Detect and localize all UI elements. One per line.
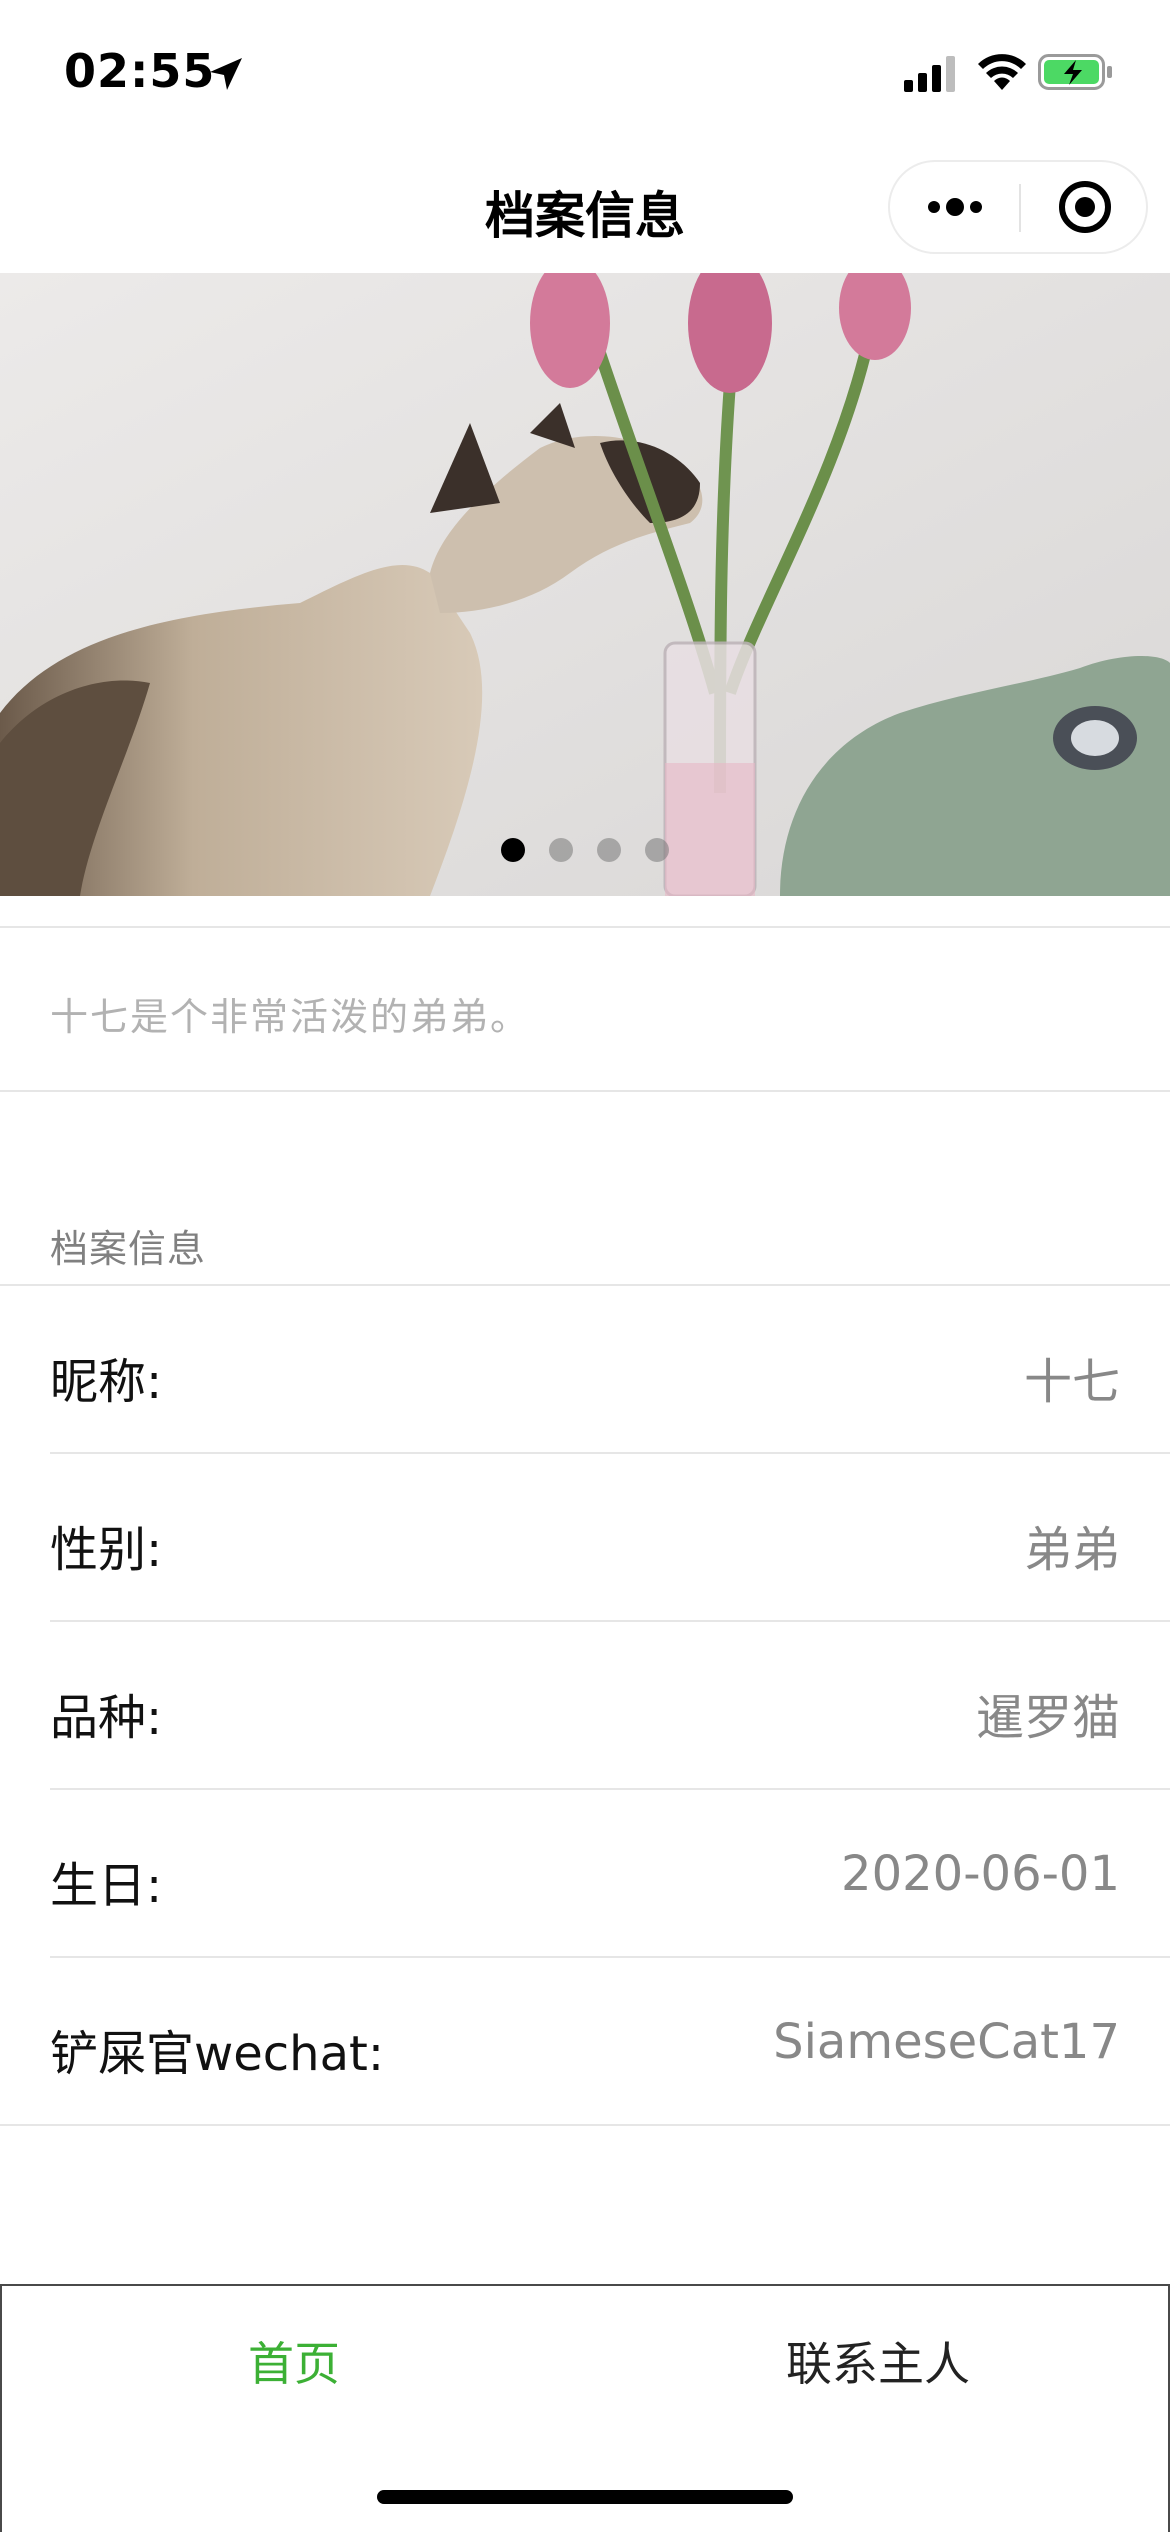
carousel-dot[interactable] [549, 838, 573, 862]
info-row-nickname: 昵称: 十七 [0, 1286, 1170, 1454]
more-button[interactable] [890, 162, 1019, 252]
row-value: SiameseCat17 [773, 2014, 1120, 2070]
battery-charging-icon [1038, 54, 1112, 90]
divider [0, 2124, 1170, 2126]
carousel-dot[interactable] [645, 838, 669, 862]
pet-description: 十七是个非常活泼的弟弟。 [50, 995, 531, 1039]
home-indicator[interactable] [377, 2490, 793, 2504]
row-value: 十七 [1023, 1354, 1120, 1410]
target-close-icon [1058, 181, 1111, 233]
row-label: 品种: [50, 1690, 163, 1746]
carousel-indicator [0, 838, 1170, 868]
carousel-dot[interactable] [597, 838, 621, 862]
info-row-breed: 品种: 暹罗猫 [0, 1622, 1170, 1790]
info-row-gender: 性别: 弟弟 [0, 1454, 1170, 1622]
location-arrow-icon [210, 58, 242, 90]
status-time: 02:55 [64, 44, 216, 98]
row-value: 弟弟 [1023, 1522, 1120, 1578]
wifi-icon [978, 54, 1026, 90]
photo-carousel[interactable] [0, 273, 1170, 896]
row-label: 昵称: [50, 1354, 163, 1410]
section-title: 档案信息 [50, 1227, 207, 1271]
row-label: 铲屎官wechat: [50, 2026, 385, 2082]
mini-program-capsule [888, 160, 1148, 254]
tab-home[interactable]: 首页 [2, 2286, 586, 2436]
row-value: 2020-06-01 [841, 1846, 1120, 1902]
divider [0, 926, 1170, 928]
row-value: 暹罗猫 [975, 1690, 1120, 1746]
info-row-birthday: 生日: 2020-06-01 [0, 1790, 1170, 1958]
more-dots-icon [927, 198, 982, 216]
close-mini-program-button[interactable] [1021, 162, 1148, 252]
status-bar: 02:55 [0, 0, 1170, 140]
divider [0, 1090, 1170, 1092]
row-label: 性别: [50, 1522, 163, 1578]
carousel-dot[interactable] [501, 838, 525, 862]
cat-photo [0, 273, 1170, 896]
signal-icon [904, 56, 955, 92]
navigation-bar: 档案信息 [0, 140, 1170, 273]
row-label: 生日: [50, 1858, 163, 1914]
info-row-owner-wechat: 铲屎官wechat: SiameseCat17 [0, 1958, 1170, 2126]
tab-contact-owner[interactable]: 联系主人 [586, 2286, 1170, 2436]
